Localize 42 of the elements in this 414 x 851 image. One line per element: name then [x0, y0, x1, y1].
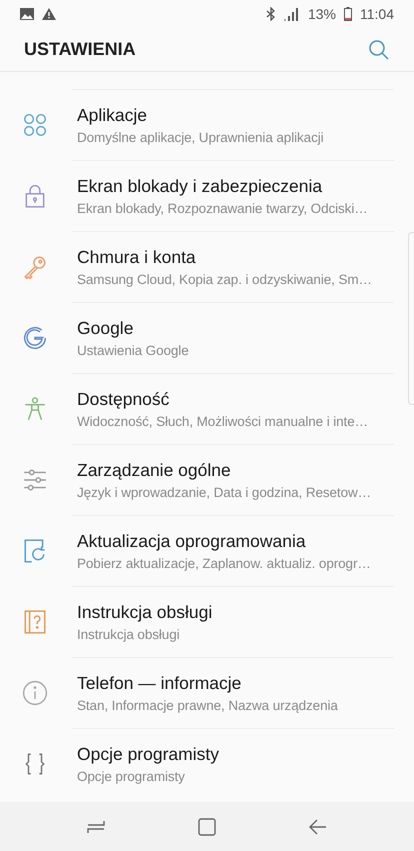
item-title: Dostępność — [77, 389, 170, 410]
signal-icon — [284, 8, 300, 20]
item-title: Chmura i konta — [77, 247, 197, 268]
item-title: Aktualizacja oprogramowania — [77, 531, 307, 552]
item-subtitle: Opcje programisty — [77, 769, 186, 784]
settings-item[interactable]: Telefon — informacje Stan, Informacje prawne, Nazwa urządzenia — [72, 657, 394, 728]
settings-item[interactable]: Google Ustawienia Google — [72, 302, 394, 373]
back-arrow-icon — [309, 818, 328, 834]
item-subtitle: Pobierz aktualizacje, Zaplanow. aktualiz. oprogr… — [77, 556, 371, 571]
settings-item[interactable]: Aplikacje Domyślne aplikacje, Uprawnienia aplikacji — [72, 89, 394, 160]
settings-item[interactable]: Opcje programisty Opcje programisty — [72, 728, 394, 799]
item-title: Telefon — informacje — [77, 673, 242, 694]
screen-title: USTAWIENIA — [24, 39, 137, 60]
item-subtitle: Ekran blokady, Rozpoznawanie twarzy, Odciski… — [77, 201, 368, 216]
item-subtitle: Stan, Informacje prawne, Nazwa urządzenia — [77, 698, 338, 713]
item-subtitle: Samsung Cloud, Kopia zap. i odzyskiwanie, Sm… — [77, 272, 372, 287]
item-title: Google — [77, 318, 134, 339]
warning-icon — [42, 8, 56, 20]
recent-apps-icon — [86, 818, 105, 834]
search-icon[interactable] — [368, 38, 390, 60]
item-title: Opcje programisty — [77, 744, 219, 765]
image-icon — [20, 8, 34, 20]
item-subtitle: Ustawienia Google — [77, 343, 189, 358]
settings-item[interactable]: Aktualizacja oprogramowania Pobierz aktualizacje, Zaplanow. aktualiz. oprogr… — [72, 515, 394, 586]
settings-item[interactable]: Instrukcja obsługi Instrukcja obsługi — [72, 586, 394, 657]
item-subtitle: Język i wprowadzanie, Data i godzina, Resetow… — [77, 485, 372, 500]
home-icon — [198, 818, 216, 836]
settings-item[interactable]: Chmura i konta Samsung Cloud, Kopia zap. i odzyskiwanie, Sm… — [72, 231, 394, 302]
item-subtitle: Instrukcja obsługi — [77, 627, 181, 642]
item-subtitle: Domyślne aplikacje, Uprawnienia aplikacji — [77, 130, 324, 145]
battery-icon — [344, 7, 352, 21]
item-title: Ekran blokady i zabezpieczenia — [77, 176, 324, 197]
clock-time: 11:04 — [360, 6, 394, 22]
bluetooth-icon — [266, 7, 276, 21]
settings-item[interactable]: Dostępność Widoczność, Słuch, Możliwości manualne i inte… — [72, 373, 394, 444]
item-title: Aplikacje — [77, 105, 148, 126]
item-subtitle: Widoczność, Słuch, Możliwości manualne i inte… — [77, 414, 368, 429]
settings-item[interactable]: Zarządzanie ogólne Język i wprowadzanie, Data i godzina, Resetow… — [72, 444, 394, 515]
item-title: Zarządzanie ogólne — [77, 460, 232, 481]
settings-item[interactable]: Ekran blokady i zabezpieczenia Ekran blokady, Rozpoznawanie twarzy, Odciski… — [72, 160, 394, 231]
item-title: Instrukcja obsługi — [77, 602, 212, 623]
battery-percent: 13% — [308, 6, 336, 22]
